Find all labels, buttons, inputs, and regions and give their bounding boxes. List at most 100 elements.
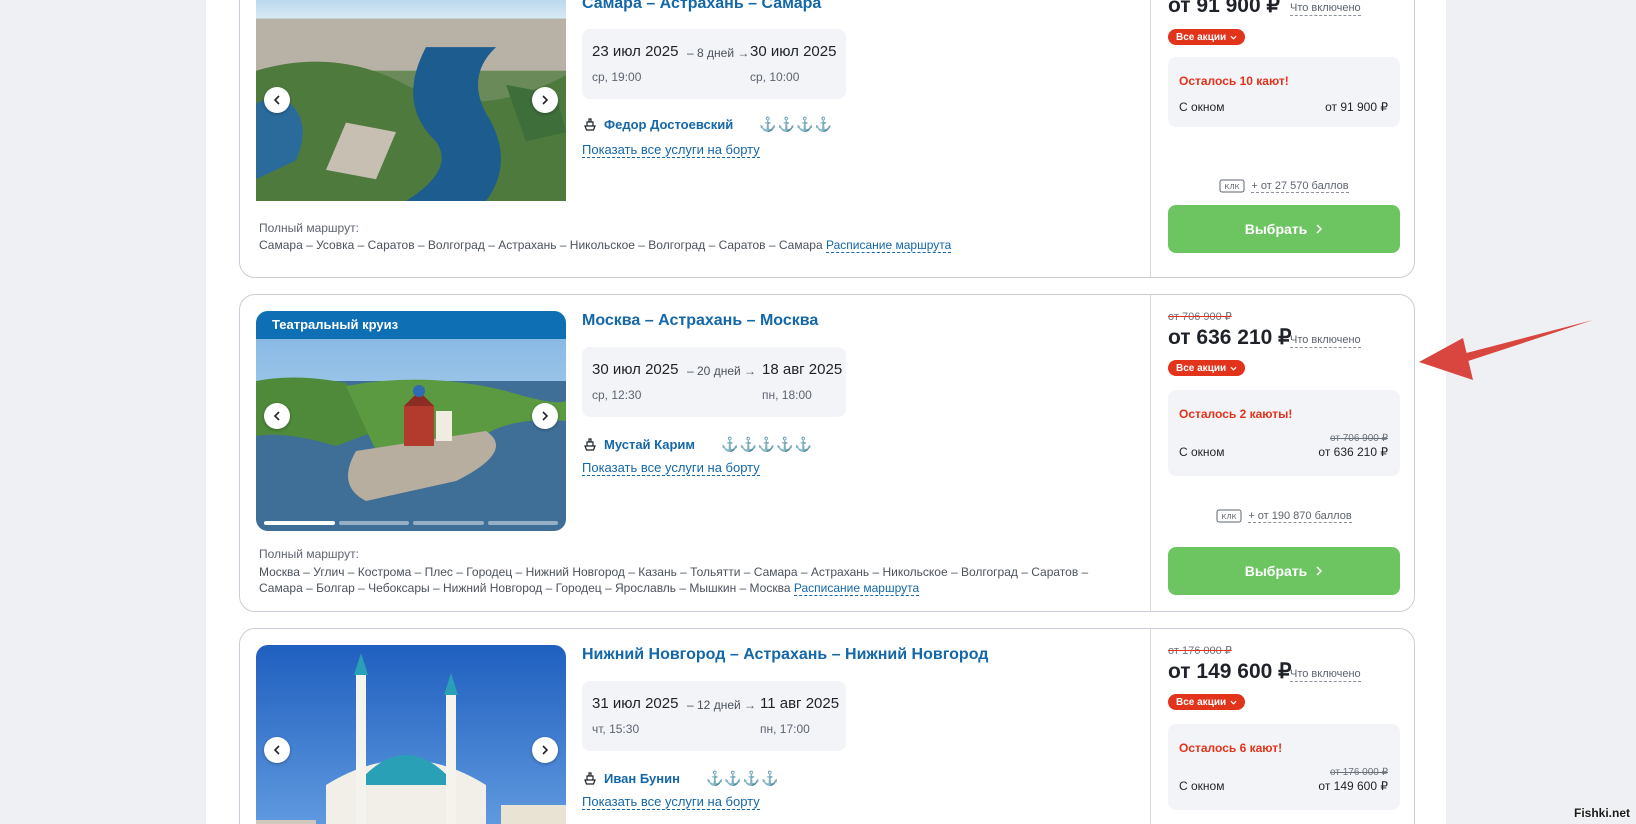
chevron-down-icon	[1230, 366, 1237, 371]
theatre-cruise-badge: Театральный круиз	[256, 311, 566, 339]
depart-time: чт, 15:30	[592, 722, 640, 736]
show-services-link[interactable]: Показать все услуги на борту	[582, 794, 760, 810]
ship-icon	[584, 772, 596, 785]
route-title[interactable]: Нижний Новгород – Астрахань – Нижний Нов…	[582, 646, 988, 664]
cruise-photo[interactable]	[256, 645, 566, 824]
photo-next-button[interactable]	[532, 87, 558, 113]
chevron-right-icon	[542, 745, 549, 755]
schedule-link[interactable]: Расписание маршрута	[793, 581, 920, 596]
schedule-link[interactable]: Расписание маршрута	[825, 238, 952, 253]
cabin-old-price: от 706 900 ₽	[1330, 433, 1388, 444]
cruise-card: Самара – Астрахань – Самара 23 июл 2025 …	[239, 0, 1415, 278]
pagination-dot[interactable]	[264, 521, 335, 525]
cabin-type: С окном	[1179, 445, 1225, 459]
ship-info: Федор Достоевский ⚓⚓⚓⚓	[582, 114, 833, 134]
ship-name[interactable]: Федор Достоевский	[604, 117, 733, 132]
ship-icon	[584, 118, 596, 131]
old-price: от 706 900 ₽	[1168, 311, 1232, 323]
price: от 91 900 ₽	[1168, 0, 1280, 17]
route-title[interactable]: Самара – Астрахань – Самара	[582, 0, 821, 13]
chevron-right-icon	[542, 411, 549, 421]
show-services-link[interactable]: Показать все услуги на борту	[582, 460, 760, 476]
klk-ticket-icon: КЛК	[1219, 179, 1245, 193]
chevron-left-icon	[273, 95, 280, 105]
card-divider	[1150, 629, 1151, 824]
bonus-points: КЛК + от 27 570 баллов	[1168, 179, 1400, 193]
photo-prev-button[interactable]	[264, 403, 290, 429]
annotation-arrow-icon	[1419, 320, 1593, 380]
pagination-dot[interactable]	[487, 521, 558, 525]
chevron-down-icon	[1230, 700, 1237, 705]
price: от 636 210 ₽	[1168, 326, 1292, 349]
photo-next-button[interactable]	[532, 403, 558, 429]
ship-rating-anchors: ⚓⚓⚓⚓⚓	[721, 435, 814, 452]
arrive-time: пн, 18:00	[762, 388, 812, 402]
watermark: Fishki.net	[1573, 806, 1630, 820]
cabins-left: Осталось 6 кают!	[1179, 741, 1283, 755]
ship-name[interactable]: Иван Бунин	[604, 771, 680, 786]
select-label: Выбрать	[1244, 563, 1308, 579]
ship-rating-anchors: ⚓⚓⚓⚓	[759, 115, 833, 132]
old-price: от 176 000 ₽	[1168, 645, 1232, 657]
chevron-right-icon	[1316, 566, 1323, 576]
route-title[interactable]: Москва – Астрахань – Москва	[582, 312, 818, 330]
pagination-dot[interactable]	[413, 204, 484, 208]
ship-name[interactable]: Мустай Карим	[604, 437, 695, 452]
whats-included-link[interactable]: Что включено	[1290, 2, 1361, 16]
full-route: Самара – Усовка – Саратов – Волгоград – …	[259, 237, 1119, 253]
cabin-offer[interactable]: Осталось 2 каюты! от 706 900 ₽ С окном о…	[1168, 390, 1400, 476]
cruise-photo[interactable]	[256, 0, 566, 214]
pagination-dot[interactable]	[487, 204, 558, 208]
cabin-old-price: от 176 000 ₽	[1330, 767, 1388, 778]
all-promos-badge[interactable]: Все акции	[1168, 29, 1246, 45]
all-promos-badge[interactable]: Все акции	[1168, 694, 1246, 710]
trip-duration: – 12 дней →	[687, 698, 757, 712]
ship-rating-anchors: ⚓⚓⚓⚓	[705, 769, 780, 786]
route-stops: Самара – Усовка – Саратов – Волгоград – …	[259, 238, 823, 252]
route-stops: Москва – Углич – Кострома – Плес – Город…	[259, 565, 1089, 595]
cabin-price: от 91 900 ₽	[1325, 100, 1388, 114]
depart-time: ср, 19:00	[592, 70, 642, 84]
price: от 149 600 ₽	[1168, 660, 1292, 683]
show-services-link[interactable]: Показать все услуги на борту	[582, 142, 760, 158]
cabins-left: Осталось 2 каюты!	[1179, 407, 1293, 421]
cabin-type: С окном	[1179, 779, 1225, 793]
bonus-points: КЛК + от 190 870 баллов	[1168, 509, 1400, 523]
photo-prev-button[interactable]	[264, 737, 290, 763]
chevron-left-icon	[273, 745, 280, 755]
cruise-photo[interactable]: Театральный круиз	[256, 311, 566, 531]
cabin-offer[interactable]: Осталось 6 кают! от 176 000 ₽ С окном от…	[1168, 724, 1400, 810]
full-route-label: Полный маршрут:	[259, 221, 359, 235]
promo-label: Все акции	[1176, 362, 1227, 374]
chevron-down-icon	[1230, 35, 1237, 40]
dates-box: 31 июл 2025 – 12 дней → 11 авг 2025 чт, …	[582, 681, 846, 751]
pagination-dot[interactable]	[413, 521, 484, 525]
arrive-time: пн, 17:00	[760, 722, 810, 736]
card-divider	[1150, 0, 1151, 277]
full-route-label: Полный маршрут:	[259, 547, 359, 561]
photo-next-button[interactable]	[532, 737, 558, 763]
chevron-right-icon	[1316, 224, 1323, 234]
chevron-right-icon	[542, 95, 549, 105]
cabin-offer[interactable]: Осталось 10 кают! С окном от 91 900 ₽	[1168, 57, 1400, 127]
dates-box: 23 июл 2025 – 8 дней → 30 июл 2025 ср, 1…	[582, 29, 846, 99]
whats-included-link[interactable]: Что включено	[1290, 668, 1361, 682]
points-text[interactable]: + от 27 570 баллов	[1251, 180, 1349, 193]
whats-included-link[interactable]: Что включено	[1290, 334, 1361, 348]
select-button[interactable]: Выбрать	[1168, 205, 1400, 253]
pagination-dot[interactable]	[338, 204, 409, 208]
photo-prev-button[interactable]	[264, 87, 290, 113]
photo-pagination	[264, 204, 558, 208]
trip-duration: – 8 дней →	[687, 46, 750, 60]
pagination-dot[interactable]	[338, 521, 409, 525]
points-text[interactable]: + от 190 870 баллов	[1248, 510, 1352, 523]
arrive-date: 11 авг 2025	[760, 695, 840, 712]
ship-info: Иван Бунин ⚓⚓⚓⚓	[582, 768, 780, 788]
pagination-dot[interactable]	[264, 204, 335, 208]
ship-info: Мустай Карим ⚓⚓⚓⚓⚓	[582, 434, 813, 454]
city-river-image	[256, 0, 566, 201]
arrive-time: ср, 10:00	[750, 70, 800, 84]
select-button[interactable]: Выбрать	[1168, 547, 1400, 595]
cabin-price: от 636 210 ₽	[1318, 445, 1388, 459]
all-promos-badge[interactable]: Все акции	[1168, 360, 1246, 376]
